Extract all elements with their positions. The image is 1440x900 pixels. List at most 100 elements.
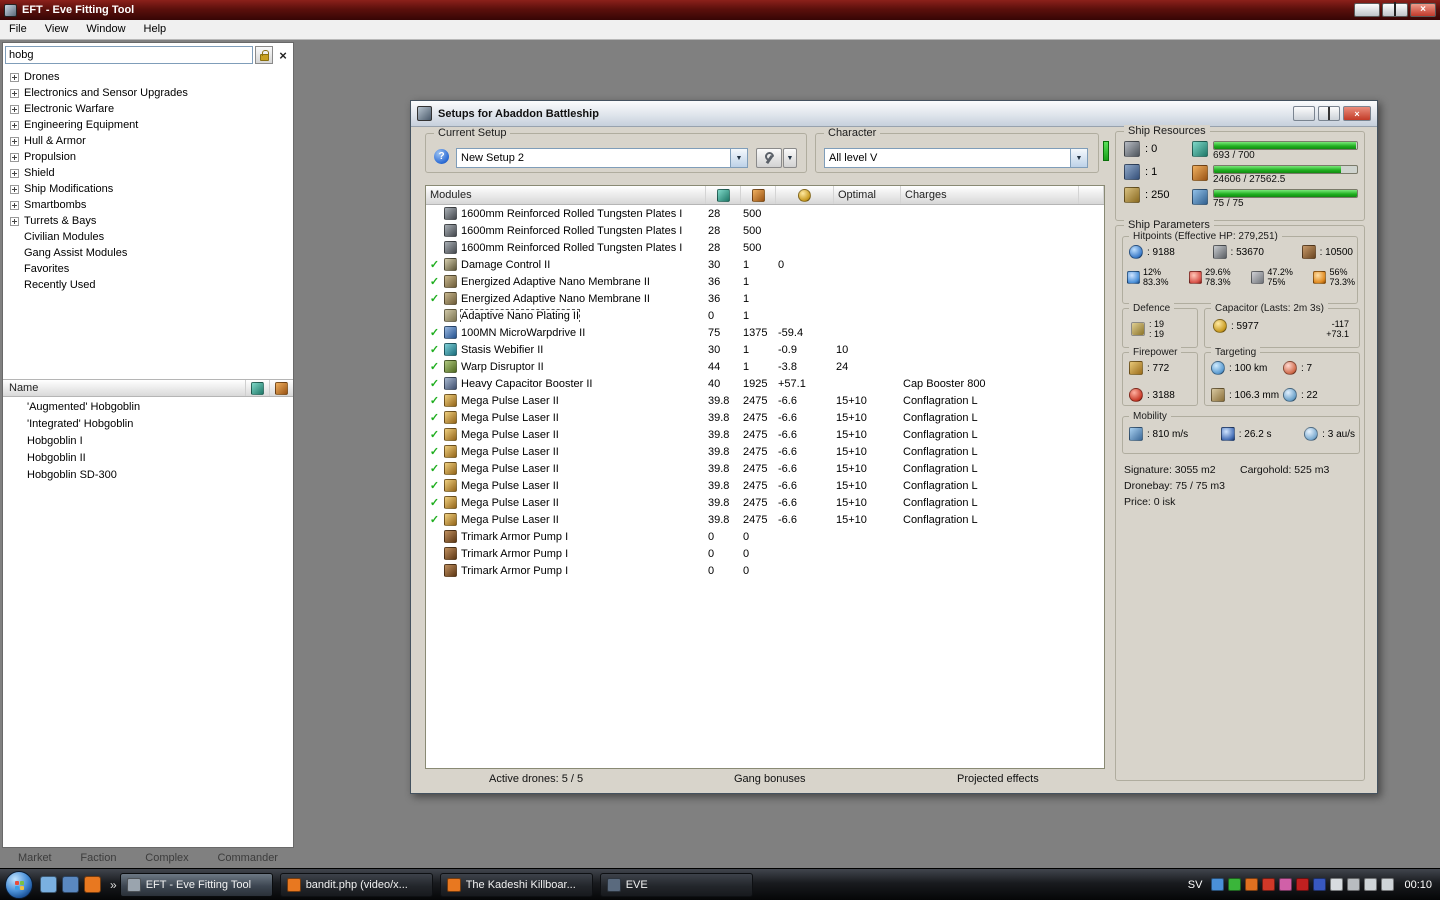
projected-effects-label[interactable]: Projected effects: [957, 773, 1039, 785]
menu-item[interactable]: Window: [77, 20, 134, 39]
module-row[interactable]: Warp Disruptor II 44 1 -3.8 24: [426, 358, 1104, 375]
tray-icon[interactable]: [1211, 878, 1225, 891]
expand-icon[interactable]: [10, 120, 19, 130]
tray-icon[interactable]: [1381, 878, 1395, 891]
browser-tab[interactable]: Commander: [217, 850, 278, 866]
tray-icon[interactable]: [1313, 878, 1327, 891]
menu-item[interactable]: File: [0, 20, 36, 39]
tree-item[interactable]: Gang Assist Modules: [6, 245, 290, 261]
module-row[interactable]: Stasis Webifier II 30 1 -0.9 10: [426, 341, 1104, 358]
module-row[interactable]: Mega Pulse Laser II 39.8 2475 -6.6 15+10…: [426, 460, 1104, 477]
setup-tools-button[interactable]: [756, 148, 782, 168]
list-item[interactable]: Hobgoblin SD-300: [3, 467, 293, 484]
tree-item[interactable]: Propulsion: [6, 149, 290, 165]
tray-icon[interactable]: [1347, 878, 1361, 891]
quick-launch-overflow-chevron[interactable]: [107, 878, 120, 892]
quick-launch-icon[interactable]: [62, 876, 79, 893]
tray-icon[interactable]: [1262, 878, 1276, 891]
tree-item[interactable]: Turrets & Bays: [6, 213, 290, 229]
powergrid-column-header[interactable]: [269, 380, 293, 396]
setup-titlebar[interactable]: Setups for Abaddon Battleship: [411, 101, 1377, 127]
list-item[interactable]: 'Augmented' Hobgoblin: [3, 399, 293, 416]
tree-item[interactable]: Electronics and Sensor Upgrades: [6, 85, 290, 101]
character-combo[interactable]: All level V: [824, 148, 1088, 168]
combo-dropdown-button[interactable]: [730, 149, 747, 167]
module-row[interactable]: Mega Pulse Laser II 39.8 2475 -6.6 15+10…: [426, 477, 1104, 494]
expand-icon[interactable]: [10, 88, 19, 98]
setup-tools-dropdown[interactable]: [783, 148, 797, 168]
setup-close-button[interactable]: [1343, 106, 1371, 121]
modules-column-header[interactable]: Modules: [426, 186, 706, 204]
task-button[interactable]: EVE: [599, 872, 753, 897]
module-row[interactable]: 100MN MicroWarpdrive II 75 1375 -59.4: [426, 324, 1104, 341]
minimize-button[interactable]: [1354, 3, 1380, 17]
module-row[interactable]: 1600mm Reinforced Rolled Tungsten Plates…: [426, 222, 1104, 239]
browser-tab[interactable]: Faction: [80, 850, 116, 866]
task-button[interactable]: EFT - Eve Fitting Tool: [119, 872, 273, 897]
module-row[interactable]: Mega Pulse Laser II 39.8 2475 -6.6 15+10…: [426, 511, 1104, 528]
search-input[interactable]: [5, 46, 253, 64]
expand-icon[interactable]: [10, 72, 19, 82]
cpu-column-header[interactable]: [245, 380, 269, 396]
expand-icon[interactable]: [10, 184, 19, 194]
task-button[interactable]: bandit.php (video/x...: [279, 872, 433, 897]
help-icon[interactable]: [434, 149, 449, 164]
tree-item[interactable]: Ship Modifications: [6, 181, 290, 197]
capacitor-column-header[interactable]: [776, 186, 834, 204]
tray-icon[interactable]: [1364, 878, 1378, 891]
name-column-header[interactable]: Name: [3, 382, 245, 394]
tree-item[interactable]: Favorites: [6, 261, 290, 277]
active-drones-label[interactable]: Active drones: 5 / 5: [489, 773, 583, 785]
list-item[interactable]: 'Integrated' Hobgoblin: [3, 416, 293, 433]
search-clear-button[interactable]: [275, 46, 291, 64]
language-indicator[interactable]: SV: [1188, 879, 1203, 891]
maximize-button[interactable]: [1382, 3, 1408, 17]
clock[interactable]: 00:10: [1404, 879, 1432, 891]
module-row[interactable]: Mega Pulse Laser II 39.8 2475 -6.6 15+10…: [426, 443, 1104, 460]
module-row[interactable]: Mega Pulse Laser II 39.8 2475 -6.6 15+10…: [426, 409, 1104, 426]
tray-icon[interactable]: [1228, 878, 1242, 891]
list-item[interactable]: Hobgoblin II: [3, 450, 293, 467]
tray-icon[interactable]: [1296, 878, 1310, 891]
browser-tab[interactable]: Complex: [145, 850, 188, 866]
task-button[interactable]: The Kadeshi Killboar...: [439, 872, 593, 897]
powergrid-column-header[interactable]: [741, 186, 776, 204]
list-item[interactable]: Hobgoblin I: [3, 433, 293, 450]
browser-tab[interactable]: Market: [18, 850, 52, 866]
expand-icon[interactable]: [10, 200, 19, 210]
module-row[interactable]: Adaptive Nano Plating II 0 1: [426, 307, 1104, 324]
gang-bonuses-label[interactable]: Gang bonuses: [734, 773, 806, 785]
tree-item[interactable]: Electronic Warfare: [6, 101, 290, 117]
cpu-column-header[interactable]: [706, 186, 741, 204]
module-row[interactable]: Damage Control II 30 1 0: [426, 256, 1104, 273]
module-row[interactable]: Energized Adaptive Nano Membrane II 36 1: [426, 273, 1104, 290]
module-row[interactable]: Mega Pulse Laser II 39.8 2475 -6.6 15+10…: [426, 392, 1104, 409]
module-row[interactable]: Trimark Armor Pump I 0 0: [426, 562, 1104, 579]
module-row[interactable]: 1600mm Reinforced Rolled Tungsten Plates…: [426, 239, 1104, 256]
tree-item[interactable]: Shield: [6, 165, 290, 181]
start-button[interactable]: [5, 870, 33, 899]
tree-item[interactable]: Recently Used: [6, 277, 290, 293]
expand-icon[interactable]: [10, 104, 19, 114]
setup-minimize-button[interactable]: [1293, 106, 1315, 121]
module-row[interactable]: Trimark Armor Pump I 0 0: [426, 528, 1104, 545]
quick-launch-icon[interactable]: [84, 876, 101, 893]
optimal-column-header[interactable]: Optimal: [834, 186, 901, 204]
module-row[interactable]: 1600mm Reinforced Rolled Tungsten Plates…: [426, 205, 1104, 222]
search-lock-button[interactable]: [255, 46, 273, 64]
tree-item[interactable]: Drones: [6, 69, 290, 85]
tree-item[interactable]: Smartbombs: [6, 197, 290, 213]
tray-icon[interactable]: [1245, 878, 1259, 891]
module-row[interactable]: Mega Pulse Laser II 39.8 2475 -6.6 15+10…: [426, 426, 1104, 443]
menu-item[interactable]: View: [36, 20, 78, 39]
menu-item[interactable]: Help: [135, 20, 176, 39]
module-row[interactable]: Mega Pulse Laser II 39.8 2475 -6.6 15+10…: [426, 494, 1104, 511]
tree-item[interactable]: Civilian Modules: [6, 229, 290, 245]
quick-launch-icon[interactable]: [40, 876, 57, 893]
setup-maximize-button[interactable]: [1318, 106, 1340, 121]
expand-icon[interactable]: [10, 136, 19, 146]
module-row[interactable]: Trimark Armor Pump I 0 0: [426, 545, 1104, 562]
tray-icon[interactable]: [1279, 878, 1293, 891]
close-button[interactable]: [1410, 3, 1436, 17]
tree-item[interactable]: Hull & Armor: [6, 133, 290, 149]
